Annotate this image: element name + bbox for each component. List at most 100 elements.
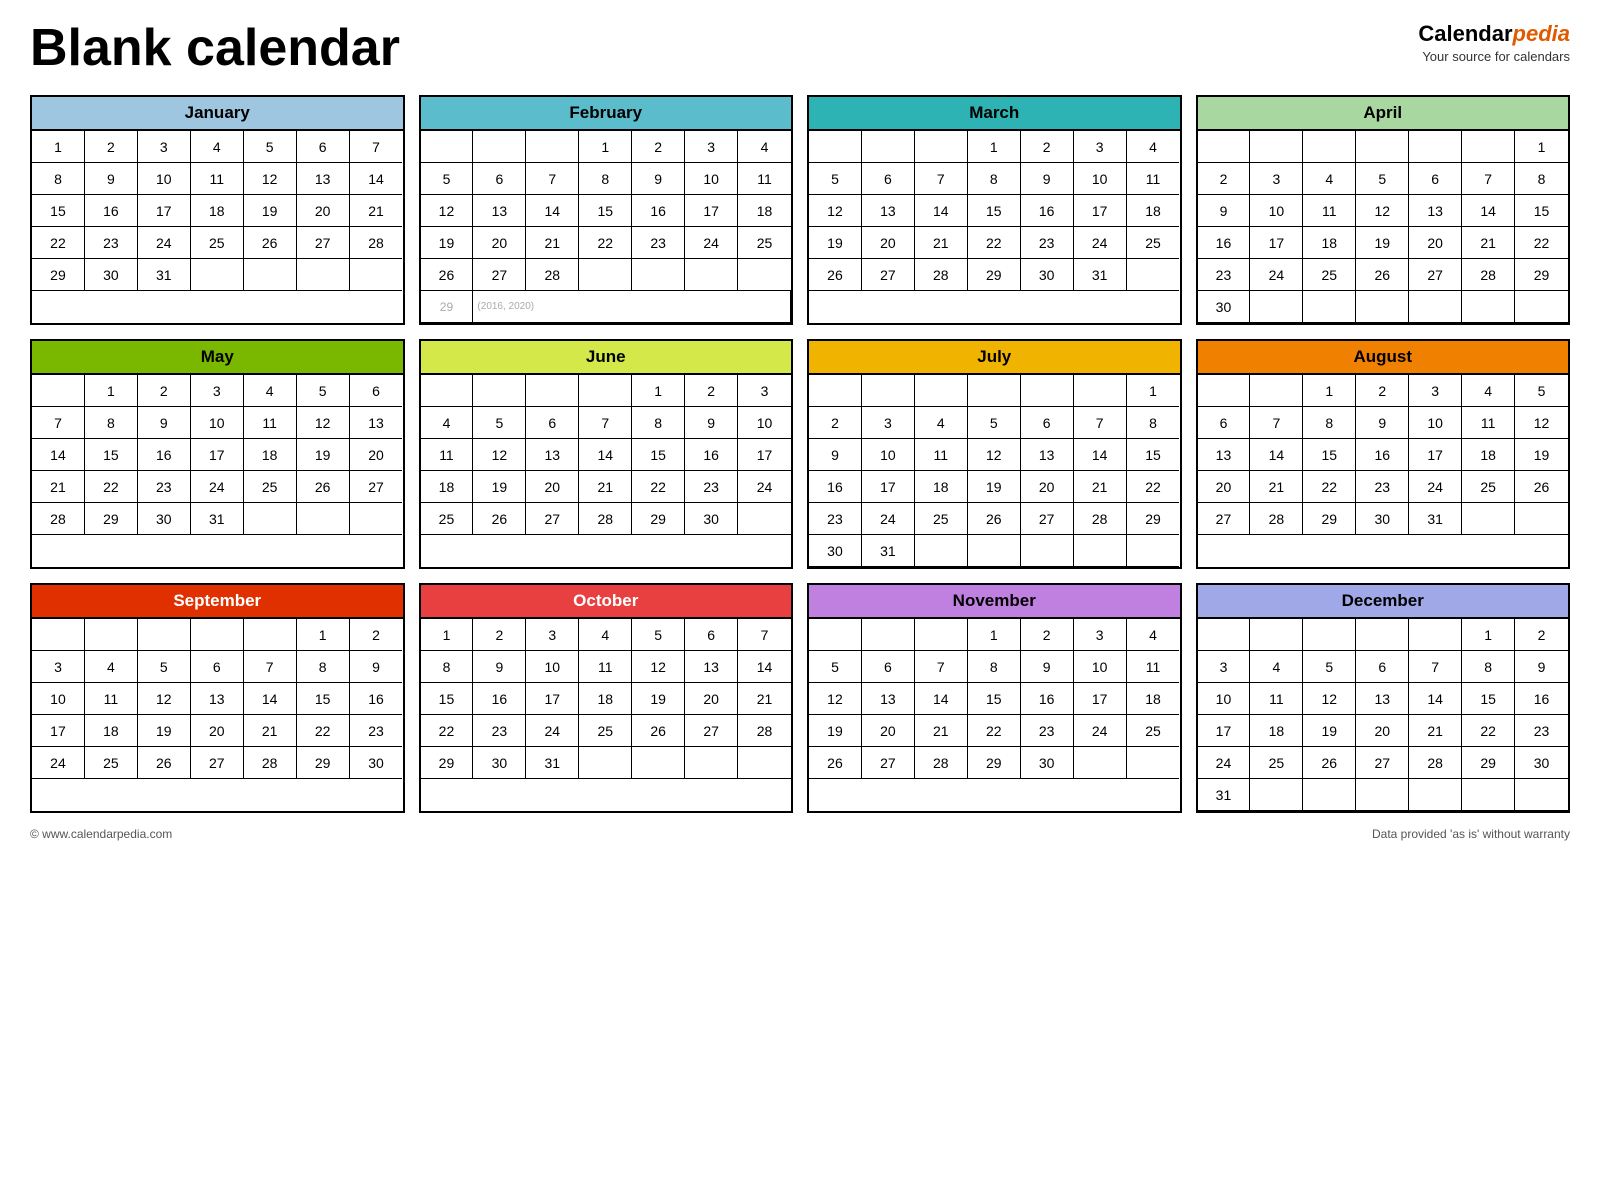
day-cell: 11 [244,407,297,439]
day-cell: 19 [809,227,862,259]
day-cell: 20 [1356,715,1409,747]
empty-cell [1074,375,1127,407]
day-cell: 30 [350,747,403,779]
day-cell: 26 [632,715,685,747]
empty-cell [1250,375,1303,407]
day-cell: 13 [297,163,350,195]
day-cell: 22 [1127,471,1180,503]
day-cell: 7 [915,651,968,683]
day-cell: 23 [1021,227,1074,259]
day-cell: 15 [85,439,138,471]
empty-cell [1462,291,1515,323]
day-cell: 4 [1303,163,1356,195]
day-cell: 14 [1462,195,1515,227]
day-cell: 4 [738,131,791,163]
day-cell: 29 [1303,503,1356,535]
day-cell: 21 [244,715,297,747]
day-cell: 5 [244,131,297,163]
day-cell: 9 [685,407,738,439]
day-cell: 19 [244,195,297,227]
day-cell: 11 [1462,407,1515,439]
day-cell: 21 [915,715,968,747]
day-cell: 1 [1515,131,1568,163]
day-cell: 7 [1074,407,1127,439]
day-cell: 10 [138,163,191,195]
day-cell: 30 [1021,259,1074,291]
day-cell: 14 [32,439,85,471]
day-cell: 14 [350,163,403,195]
day-cell: 15 [1303,439,1356,471]
day-cell: 10 [32,683,85,715]
day-cell: 14 [1409,683,1462,715]
empty-cell [1515,503,1568,535]
day-cell: 26 [297,471,350,503]
day-cell: 20 [350,439,403,471]
month-grid-may: 1234567891011121314151617181920212223242… [32,373,403,535]
day-cell: 7 [738,619,791,651]
day-cell: 6 [862,651,915,683]
day-cell: 25 [1127,715,1180,747]
month-header-july: July [809,341,1180,373]
month-grid-november: 1234567891011121314151617181920212223242… [809,617,1180,779]
day-cell: 31 [138,259,191,291]
empty-cell [244,259,297,291]
day-cell: 5 [1356,163,1409,195]
empty-cell [1515,779,1568,811]
day-cell: 31 [862,535,915,567]
day-cell: 1 [632,375,685,407]
day-cell: 15 [1515,195,1568,227]
day-cell: 10 [1198,683,1251,715]
day-cell: 1 [85,375,138,407]
day-cell: 1 [421,619,474,651]
empty-cell [738,747,791,779]
day-cell: 1 [32,131,85,163]
day-cell: 6 [473,163,526,195]
day-cell: 5 [968,407,1021,439]
day-cell: 21 [915,227,968,259]
day-cell: 31 [191,503,244,535]
day-cell: 24 [685,227,738,259]
day-cell: 26 [968,503,1021,535]
day-cell: 29 [32,259,85,291]
day-cell: 10 [191,407,244,439]
day-cell: 24 [32,747,85,779]
day-cell: 22 [579,227,632,259]
empty-cell [809,375,862,407]
empty-cell [473,375,526,407]
month-header-october: October [421,585,792,617]
day-cell: 24 [1074,227,1127,259]
day-cell: 3 [191,375,244,407]
day-cell: 24 [1074,715,1127,747]
day-cell: 4 [244,375,297,407]
day-cell: 18 [915,471,968,503]
day-cell: 23 [1021,715,1074,747]
day-cell: 1 [1303,375,1356,407]
day-cell: 22 [297,715,350,747]
empty-cell [968,375,1021,407]
day-cell: 5 [297,375,350,407]
empty-cell [1021,375,1074,407]
day-cell: 6 [350,375,403,407]
day-cell: 21 [579,471,632,503]
empty-cell [421,375,474,407]
day-cell: 15 [297,683,350,715]
day-cell: 11 [421,439,474,471]
day-cell: 15 [421,683,474,715]
day-cell: 27 [862,259,915,291]
day-cell: 28 [1074,503,1127,535]
day-cell: 27 [685,715,738,747]
day-cell: 18 [738,195,791,227]
day-cell: 27 [473,259,526,291]
day-cell: 18 [1250,715,1303,747]
month-grid-march: 1234567891011121314151617181920212223242… [809,129,1180,291]
day-cell: 19 [138,715,191,747]
day-cell: 20 [191,715,244,747]
day-cell: 29 [968,747,1021,779]
empty-cell [1409,131,1462,163]
day-cell: 17 [862,471,915,503]
day-cell: 4 [1127,619,1180,651]
day-cell: 26 [1515,471,1568,503]
day-cell: 9 [473,651,526,683]
day-cell: 29 [1127,503,1180,535]
day-cell: 17 [526,683,579,715]
